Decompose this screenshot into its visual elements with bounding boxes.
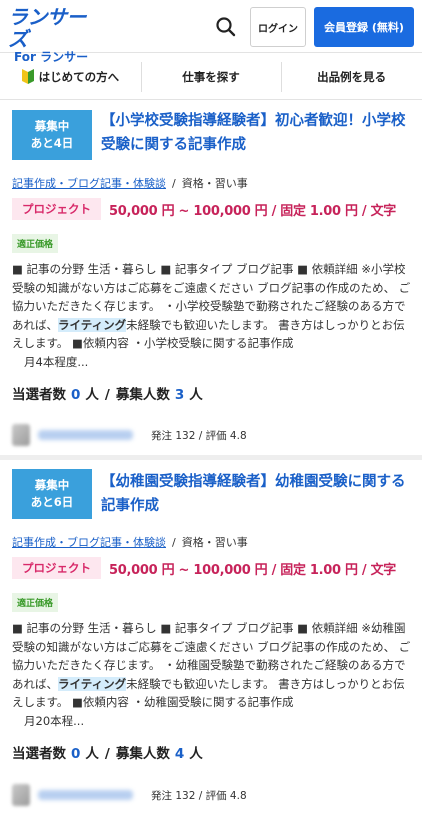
status-badge: 募集中 あと4日 (12, 110, 92, 160)
site-header: ランサーズ For ランサー ログイン 会員登録 (無料) (0, 0, 422, 64)
client-name-blurred[interactable] (38, 790, 133, 800)
fair-price-badge: 適正価格 (12, 234, 59, 253)
lancers-logo[interactable]: ランサーズ For ランサー (8, 5, 98, 64)
nav-item-find-jobs[interactable]: 仕事を探す (140, 54, 282, 99)
winners-count: 0 (71, 746, 81, 762)
category-link[interactable]: 記事作成・ブログ記事・体験談 (12, 536, 166, 549)
client-avatar[interactable] (12, 784, 30, 806)
keyword-highlight: ライティング (58, 676, 127, 691)
status-badge: 募集中 あと6日 (12, 469, 92, 519)
job-description: ■ 記事の分野 生活・暮らし ■ 記事タイプ ブログ記事 ■ 依頼詳細 ※幼稚園… (12, 621, 411, 728)
winners-count: 0 (71, 387, 81, 403)
recruit-count: 4 (174, 746, 185, 762)
keyword-highlight: ライティング (58, 317, 127, 332)
category-line: 記事作成・ブログ記事・体験談 / 資格・習い事 (12, 536, 248, 549)
job-description: ■ 記事の分野 生活・暮らし ■ 記事タイプ ブログ記事 ■ 依頼詳細 ※小学校… (12, 262, 411, 369)
nav-item-label: 仕事を探す (182, 69, 240, 84)
price-text: 50,000 円 ~ 100,000 円 / 固定 1.00 円 / 文字 (109, 203, 396, 219)
search-icon (216, 17, 236, 37)
price-text: 50,000 円 ~ 100,000 円 / 固定 1.00 円 / 文字 (109, 562, 396, 578)
category-sub: 資格・習い事 (181, 177, 248, 190)
nav-item-listing-examples[interactable]: 出品例を見る (281, 54, 422, 99)
category-link[interactable]: 記事作成・ブログ記事・体験談 (12, 177, 166, 190)
client-name-blurred[interactable] (38, 430, 133, 440)
nav-item-label: 出品例を見る (317, 69, 387, 84)
search-button[interactable] (212, 13, 240, 41)
job-card: 募集中 あと4日 【小学校受験指導経験者】初心者歓迎！小学校受験に関する記事作成… (0, 100, 422, 460)
job-title-link[interactable]: 【幼稚園受験指導経験者】幼稚園受験に関する記事作成 (101, 470, 411, 518)
login-button[interactable]: ログイン (250, 7, 306, 47)
nav-item-beginners[interactable]: はじめての方へ (0, 54, 141, 99)
project-type-badge: プロジェクト (12, 198, 101, 220)
beginner-mark-icon (21, 69, 34, 84)
logo-main-text: ランサーズ (8, 5, 87, 51)
category-sub: 資格・習い事 (181, 536, 248, 549)
category-line: 記事作成・ブログ記事・体験談 / 資格・習い事 (12, 177, 248, 190)
nav-item-label: はじめての方へ (38, 69, 120, 84)
client-meta: 発注 132 / 評価 4.8 (151, 429, 247, 442)
client-row: 発注 132 / 評価 4.8 (12, 782, 247, 808)
fair-price-badge: 適正価格 (12, 593, 59, 612)
recruitment-stats: 当選者数 0 人 / 募集人数 4 人 (12, 746, 203, 762)
price-row: プロジェクト 50,000 円 ~ 100,000 円 / 固定 1.00 円 … (12, 556, 396, 580)
recruitment-stats: 当選者数 0 人 / 募集人数 3 人 (12, 387, 203, 403)
client-meta: 発注 132 / 評価 4.8 (151, 789, 247, 802)
register-button[interactable]: 会員登録 (無料) (314, 7, 414, 47)
main-nav: はじめての方へ 仕事を探す 出品例を見る (0, 54, 422, 100)
client-avatar[interactable] (12, 424, 30, 446)
job-title-link[interactable]: 【小学校受験指導経験者】初心者歓迎！小学校受験に関する記事作成 (101, 109, 411, 157)
recruit-count: 3 (174, 387, 185, 403)
client-row: 発注 132 / 評価 4.8 (12, 422, 247, 448)
job-card: 募集中 あと6日 【幼稚園受験指導経験者】幼稚園受験に関する記事作成 記事作成・… (0, 460, 422, 824)
price-row: プロジェクト 50,000 円 ~ 100,000 円 / 固定 1.00 円 … (12, 197, 396, 221)
project-type-badge: プロジェクト (12, 557, 101, 579)
